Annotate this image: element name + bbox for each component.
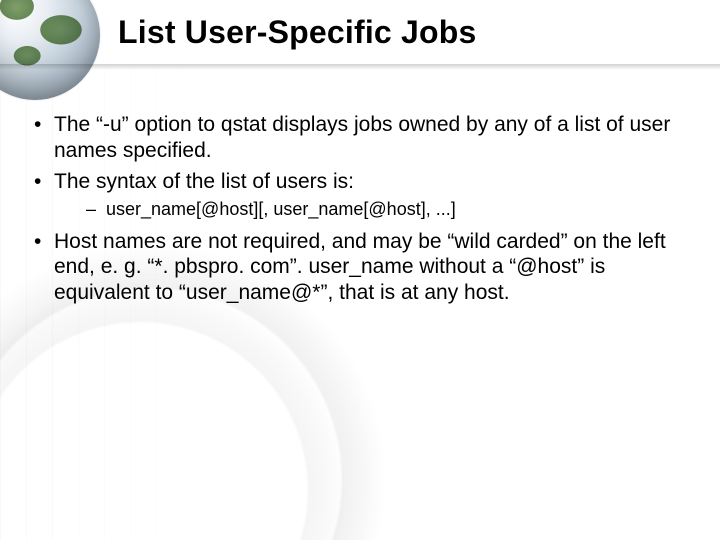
- title-underline: [0, 64, 720, 70]
- slide-body: The “-u” option to qstat displays jobs o…: [28, 112, 692, 312]
- bullet-item: The syntax of the list of users is: user…: [28, 169, 692, 221]
- bullet-item: Host names are not required, and may be …: [28, 229, 692, 306]
- globe-icon: [0, 0, 100, 100]
- slide: List User-Specific Jobs The “-u” option …: [0, 0, 720, 540]
- slide-title: List User-Specific Jobs: [118, 14, 477, 51]
- sub-bullet-list: user_name[@host][, user_name[@host], ...…: [54, 199, 692, 221]
- bullet-item: The “-u” option to qstat displays jobs o…: [28, 112, 692, 163]
- bullet-list: The “-u” option to qstat displays jobs o…: [28, 112, 692, 306]
- bullet-text: The syntax of the list of users is:: [54, 170, 354, 193]
- sub-bullet-item: user_name[@host][, user_name[@host], ...…: [54, 199, 692, 221]
